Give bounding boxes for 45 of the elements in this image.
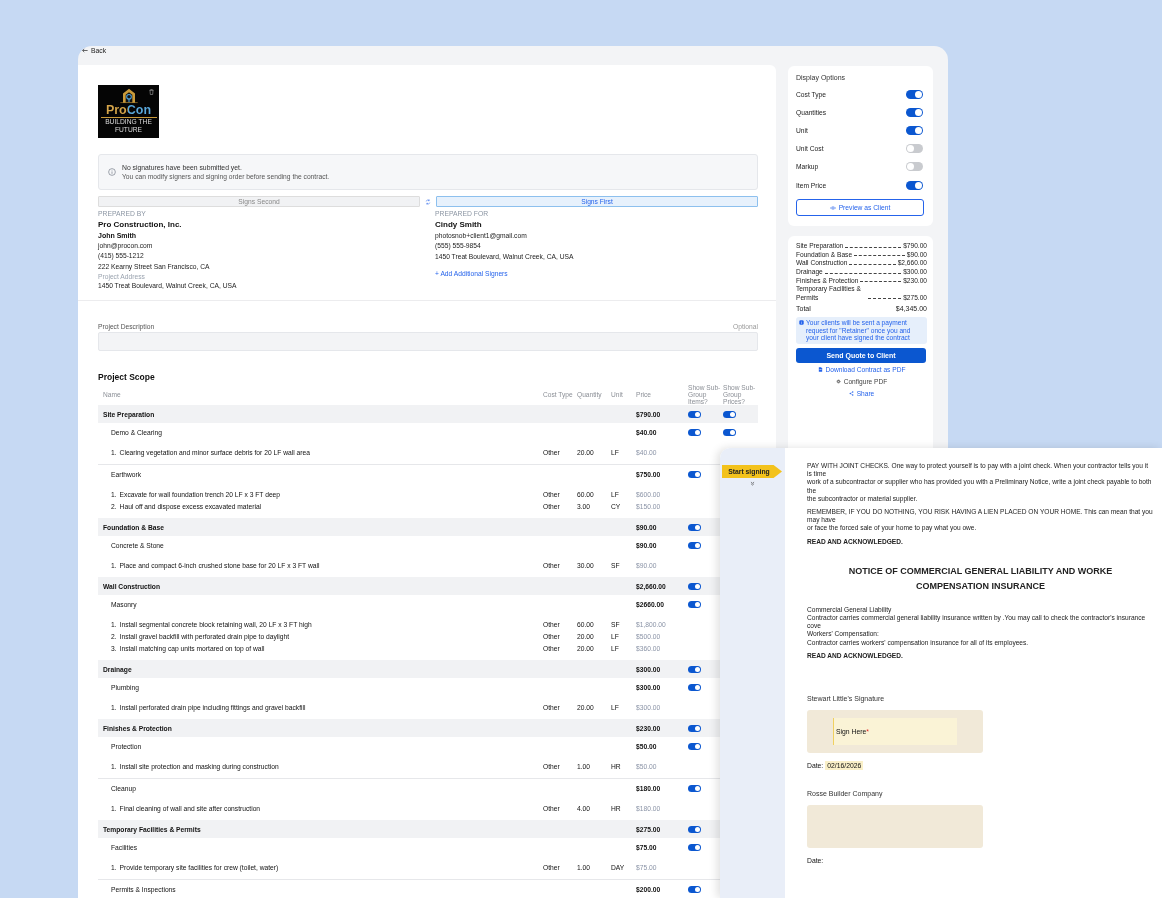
toggle-switch[interactable] [688, 742, 701, 750]
double-chevron-icon[interactable] [750, 481, 755, 486]
document-icon [817, 367, 823, 372]
eye-icon [829, 205, 836, 210]
section-title: Project Scope [98, 371, 156, 384]
toggle-switch[interactable] [688, 470, 701, 478]
toggle-switch[interactable] [723, 428, 736, 436]
company-name: Pro Construction, Inc. [98, 219, 183, 231]
toggle-switch[interactable] [906, 144, 923, 154]
leader-line [849, 263, 896, 265]
leader-line [868, 298, 902, 300]
notice-heading: NOTICE OF COMMERCIAL GENERAL LIABILITY AND WORKE [847, 564, 1114, 578]
toggle-switch[interactable] [906, 125, 923, 135]
trash-icon[interactable] [149, 89, 154, 95]
toggle-switch[interactable] [688, 843, 701, 851]
toggle-switch[interactable] [688, 683, 701, 691]
toggle-switch[interactable] [688, 600, 701, 608]
info-icon [799, 320, 804, 326]
logo-name: ProCon [105, 104, 152, 117]
swap-icon[interactable] [425, 198, 431, 205]
toggle-switch[interactable] [688, 784, 701, 792]
toggle-switch[interactable] [906, 162, 923, 172]
toggle-switch[interactable] [688, 428, 701, 436]
toggle-switch[interactable] [906, 89, 923, 99]
toggle-switch[interactable] [688, 665, 701, 673]
toggle-switch[interactable] [688, 410, 701, 418]
leader-line [860, 281, 902, 283]
toggle-switch[interactable] [906, 107, 923, 117]
toggle-switch[interactable] [688, 825, 701, 833]
info-icon [108, 168, 116, 176]
toggle-switch[interactable] [688, 541, 701, 549]
toggle-switch[interactable] [723, 410, 736, 418]
back-arrow-icon[interactable] [82, 48, 88, 53]
toggle-switch[interactable] [688, 724, 701, 732]
toggle-switch[interactable] [688, 523, 701, 531]
toggle-switch[interactable] [688, 885, 701, 893]
settings-icon [835, 379, 841, 384]
toggle-switch[interactable] [688, 582, 701, 590]
share-icon [848, 391, 854, 396]
toggle-switch[interactable] [906, 180, 923, 190]
client-name: Cindy Smith [435, 219, 483, 231]
leader-line [854, 255, 905, 257]
leader-line [845, 246, 902, 248]
notice-heading: COMPENSATION INSURANCE [915, 579, 1046, 593]
description-field[interactable] [98, 332, 758, 352]
